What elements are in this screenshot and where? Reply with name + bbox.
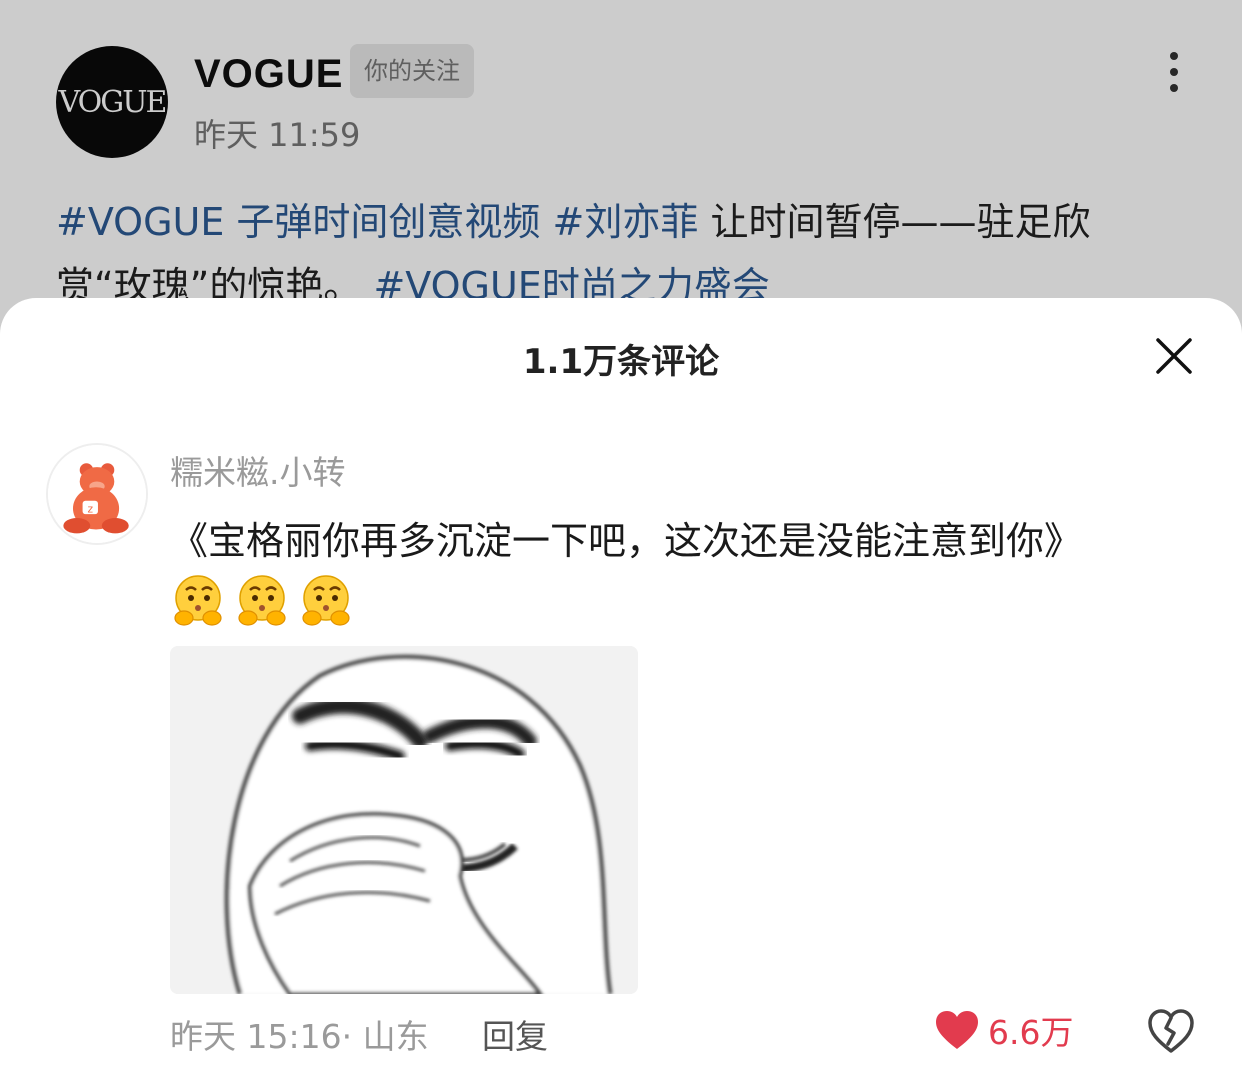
reply-button[interactable]: 回复 bbox=[482, 1010, 548, 1058]
comment-time-location: 昨天 15:16· 山东 bbox=[170, 1017, 429, 1056]
app-screen: VOGUE VOGUE 你的关注 昨天 11:59 #VOGUE 子弹时间创意视… bbox=[0, 0, 1242, 1080]
close-icon[interactable] bbox=[1154, 336, 1194, 376]
commenter-avatar[interactable]: z bbox=[46, 443, 148, 545]
thinking-face-icon bbox=[238, 575, 286, 626]
meme-face-image[interactable] bbox=[170, 646, 638, 994]
comments-title: 1.1万条评论 bbox=[522, 342, 720, 382]
broken-heart-icon[interactable] bbox=[1147, 1008, 1195, 1054]
thinking-face-icon bbox=[302, 575, 350, 626]
commenter-name[interactable]: 糯米糍.小转 bbox=[170, 446, 346, 494]
modal-overlay[interactable] bbox=[0, 0, 1242, 340]
svg-text:z: z bbox=[88, 503, 94, 515]
heart-icon bbox=[936, 1011, 978, 1049]
like-count: 6.6万 bbox=[988, 1013, 1074, 1052]
comment-text: 《宝格丽你再多沉淀一下吧，这次还是没能注意到你》 bbox=[170, 519, 1083, 563]
comments-sheet: 1.1万条评论 z 糯米糍.小转 《宝格丽你再多沉淀一下吧，这次还是没能注意到你… bbox=[0, 298, 1242, 1080]
like-button[interactable]: 6.6万 bbox=[934, 1006, 1073, 1054]
thinking-face-icon bbox=[174, 575, 222, 626]
emoji-row bbox=[170, 572, 354, 632]
